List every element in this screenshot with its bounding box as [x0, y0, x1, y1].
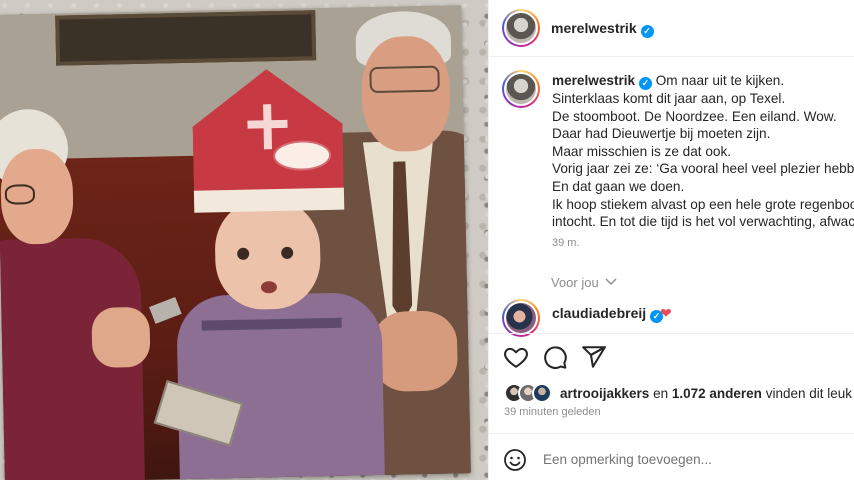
add-comment-field[interactable]: Een opmerking toevoegen...: [503, 448, 843, 472]
author-avatar[interactable]: [502, 9, 540, 47]
heart-icon[interactable]: [503, 344, 529, 370]
post-photo[interactable]: [0, 0, 488, 480]
liker-avatar: [532, 383, 552, 403]
comment-icon[interactable]: [542, 344, 568, 370]
caption-author[interactable]: merelwestrik: [552, 73, 635, 88]
caption-timestamp[interactable]: 39 m.: [552, 237, 580, 249]
child-figure: [153, 67, 395, 480]
post-header-username[interactable]: merelwestrik ✓: [551, 20, 654, 38]
actions-divider: [488, 333, 854, 334]
comment-input[interactable]: Een opmerking toevoegen...: [543, 452, 712, 467]
caption-author-avatar[interactable]: [502, 70, 540, 108]
verified-badge-icon: ✓: [638, 77, 652, 90]
commenter-avatar[interactable]: [502, 299, 540, 337]
verified-badge-icon: ✓: [640, 25, 654, 38]
share-icon[interactable]: [581, 344, 607, 370]
likes-row[interactable]: artrooijakkers en 1.072 anderen vinden d…: [504, 383, 854, 405]
caption-text: merelwestrik ✓ Om naar uit te kijken. Si…: [552, 73, 854, 230]
comment-text: ❤: [660, 305, 672, 321]
likes-summary[interactable]: artrooijakkers en 1.072 anderen vinden d…: [560, 386, 852, 401]
picture-frame: [55, 10, 317, 66]
comment-username[interactable]: claudiadebreij ✓: [552, 305, 664, 323]
vintage-photo-print: [0, 5, 471, 480]
header-divider: [488, 56, 854, 57]
post-timestamp[interactable]: 39 minuten geleden: [504, 406, 601, 418]
for-you-toggle[interactable]: Voor jou: [551, 275, 617, 290]
chevron-down-icon: [605, 278, 617, 286]
comment-divider: [488, 433, 854, 434]
emoji-icon[interactable]: [503, 448, 527, 472]
